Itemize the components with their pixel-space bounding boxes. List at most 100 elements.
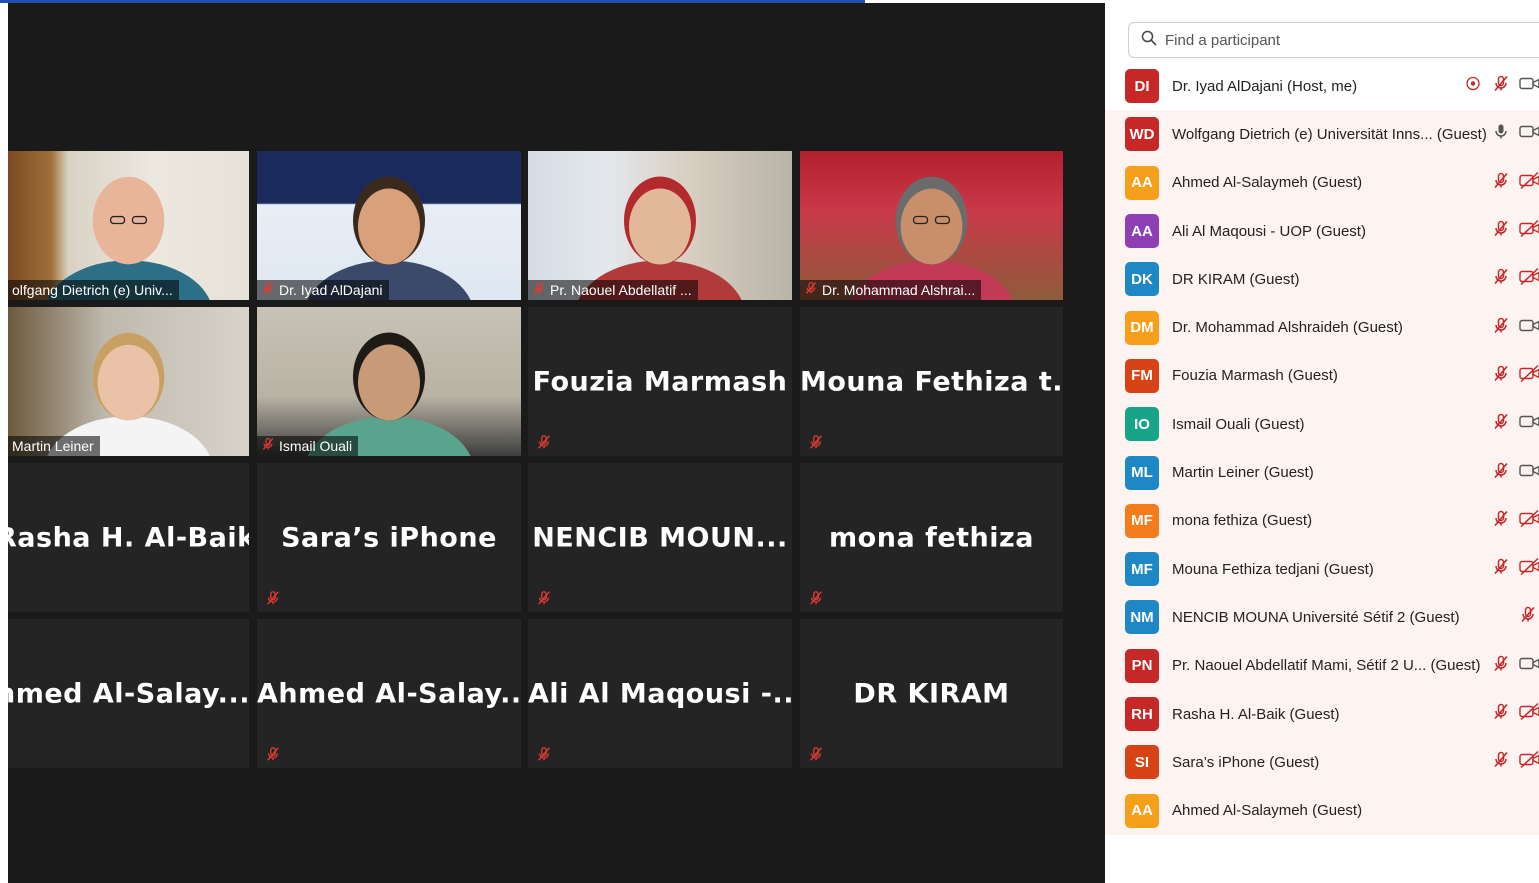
mic-muted-icon[interactable] (1519, 606, 1537, 629)
camera-off-icon[interactable] (1519, 751, 1539, 774)
camera-icon[interactable] (1519, 317, 1539, 338)
search-input[interactable] (1163, 30, 1467, 50)
participant-row[interactable]: WD Wolfgang Dietrich (e) Universität Inns… (1105, 110, 1539, 159)
participants-panel: DI Dr. Iyad AlDajani (Host, me) WD Wolfgang… (1105, 0, 1539, 883)
video-tile[interactable]: Ali Al Maqousi -... (528, 619, 792, 768)
mic-muted-icon[interactable] (1492, 558, 1510, 581)
camera-off-icon[interactable] (1519, 268, 1539, 291)
participant-video (800, 151, 1063, 300)
mic-icon[interactable] (1492, 123, 1510, 146)
camera-off-icon[interactable] (1519, 219, 1539, 243)
camera-icon[interactable] (1519, 76, 1539, 97)
tile-name-label: Pr. Naouel Abdellatif ... (528, 280, 698, 300)
avatar: AA (1125, 214, 1159, 249)
tile-display-name: Mouna Fethiza t... (800, 366, 1063, 397)
participant-row[interactable]: DM Dr. Mohammad Alshraideh (Guest) (1105, 303, 1539, 352)
video-tile[interactable]: olfgang Dietrich (e) Univ... (8, 151, 249, 300)
participant-name: Mouna Fethiza tedjani (Guest) (1172, 560, 1374, 578)
participant-row[interactable]: ML Martin Leiner (Guest) (1105, 448, 1539, 497)
participant-row[interactable]: SI Sara’s iPhone (Guest) (1105, 738, 1539, 787)
participant-row[interactable]: MF Mouna Fethiza tedjani (Guest) (1105, 544, 1539, 594)
avatar: DM (1125, 310, 1159, 345)
video-tile[interactable]: Pr. Naouel Abdellatif ... (528, 151, 792, 300)
video-tile[interactable]: mona fethiza (800, 463, 1063, 612)
mic-muted-icon[interactable] (1492, 461, 1510, 484)
participant-row[interactable]: MF mona fethiza (Guest) (1105, 496, 1539, 545)
participant-search[interactable] (1128, 22, 1539, 58)
video-tile[interactable]: Sara’s iPhone (257, 463, 521, 612)
mic-muted-icon[interactable] (1492, 703, 1510, 726)
participant-row[interactable]: PN Pr. Naouel Abdellatif Mami, Sétif 2 U.… (1105, 641, 1539, 690)
tile-display-name: DR KIRAM (853, 678, 1010, 709)
mic-muted-icon (532, 280, 546, 300)
video-tile[interactable]: Dr. Mohammad Alshrai... (800, 151, 1063, 300)
mic-muted-icon[interactable] (1492, 75, 1510, 98)
participant-video (257, 151, 521, 300)
mic-muted-icon[interactable] (1492, 316, 1510, 339)
camera-icon[interactable] (1519, 462, 1539, 483)
participant-name: Ali Al Maqousi - UOP (Guest) (1172, 222, 1366, 240)
participant-row[interactable]: IO Ismail Ouali (Guest) (1105, 400, 1539, 449)
mic-muted-icon[interactable] (1492, 509, 1510, 532)
camera-off-icon[interactable] (1519, 509, 1539, 532)
mic-muted-icon[interactable] (1492, 220, 1510, 243)
video-tile[interactable]: Dr. Iyad AlDajani (257, 151, 521, 300)
participant-video (8, 307, 249, 456)
mic-muted-icon (261, 436, 275, 456)
video-tile[interactable]: hmed Al-Salay... (8, 619, 249, 768)
mic-muted-icon (265, 590, 279, 606)
mic-muted-icon (808, 590, 822, 606)
tile-name: Dr. Mohammad Alshrai... (822, 282, 976, 298)
video-tile[interactable]: Ismail Ouali (257, 307, 521, 456)
camera-off-icon[interactable] (1519, 364, 1539, 387)
participant-row[interactable]: AA Ahmed Al-Salaymeh (Guest) (1105, 786, 1539, 835)
mic-muted-icon (261, 280, 275, 300)
mic-muted-icon[interactable] (1492, 268, 1510, 291)
participant-video (528, 151, 792, 300)
camera-icon[interactable] (1519, 124, 1539, 145)
mic-muted-icon[interactable] (1492, 364, 1510, 387)
avatar: DK (1125, 262, 1159, 297)
participant-row[interactable]: DK DR KIRAM (Guest) (1105, 255, 1539, 304)
tile-name-label: Martin Leiner (8, 436, 100, 456)
mic-muted-icon[interactable] (1492, 171, 1510, 194)
mic-muted-icon (536, 746, 550, 762)
participant-name: Dr. Iyad AlDajani (Host, me) (1172, 77, 1358, 95)
mic-muted-icon[interactable] (1492, 413, 1510, 436)
video-tile[interactable]: Fouzia Marmash (528, 307, 792, 456)
participant-row[interactable]: NM NENCIB MOUNA Université Sétif 2 (Guest… (1105, 593, 1539, 642)
mic-muted-icon[interactable] (1492, 654, 1510, 677)
mic-muted-icon[interactable] (1492, 751, 1510, 774)
video-tile[interactable]: Rasha H. Al-Baik (8, 463, 249, 612)
video-tile[interactable]: Mouna Fethiza t... (800, 307, 1063, 456)
video-tile[interactable]: NENCIB MOUN... (528, 463, 792, 612)
tile-display-name: mona fethiza (829, 522, 1034, 553)
participant-row[interactable]: DI Dr. Iyad AlDajani (Host, me) (1105, 62, 1539, 111)
mic-muted-icon (536, 590, 550, 606)
participant-row[interactable]: AA Ali Al Maqousi - UOP (Guest) (1105, 206, 1539, 256)
avatar: SI (1125, 745, 1159, 780)
mic-muted-icon (536, 434, 550, 450)
camera-off-icon[interactable] (1519, 558, 1539, 581)
tile-display-name: Ali Al Maqousi -... (528, 678, 792, 709)
camera-icon[interactable] (1519, 414, 1539, 435)
avatar: MF (1125, 552, 1159, 587)
mic-muted-icon (265, 746, 279, 762)
participant-video (257, 307, 521, 456)
sharing-icon (1465, 76, 1481, 97)
video-tile[interactable]: DR KIRAM (800, 619, 1063, 768)
participant-row[interactable]: RH Rasha H. Al-Baik (Guest) (1105, 689, 1539, 739)
tile-display-name: Rasha H. Al-Baik (8, 522, 249, 553)
camera-icon[interactable] (1519, 655, 1539, 676)
avatar: DI (1125, 69, 1159, 104)
participant-name: NENCIB MOUNA Université Sétif 2 (Guest) (1172, 608, 1460, 626)
camera-off-icon[interactable] (1519, 171, 1539, 194)
video-tile[interactable]: Ahmed Al-Salay... (257, 619, 521, 768)
participant-name: mona fethiza (Guest) (1172, 512, 1313, 530)
participant-name: DR KIRAM (Guest) (1172, 270, 1300, 288)
video-tile[interactable]: Martin Leiner (8, 307, 249, 456)
participant-name: Ahmed Al-Salaymeh (Guest) (1172, 174, 1363, 192)
camera-off-icon[interactable] (1519, 702, 1539, 726)
participant-row[interactable]: AA Ahmed Al-Salaymeh (Guest) (1105, 158, 1539, 207)
participant-row[interactable]: FM Fouzia Marmash (Guest) (1105, 351, 1539, 401)
